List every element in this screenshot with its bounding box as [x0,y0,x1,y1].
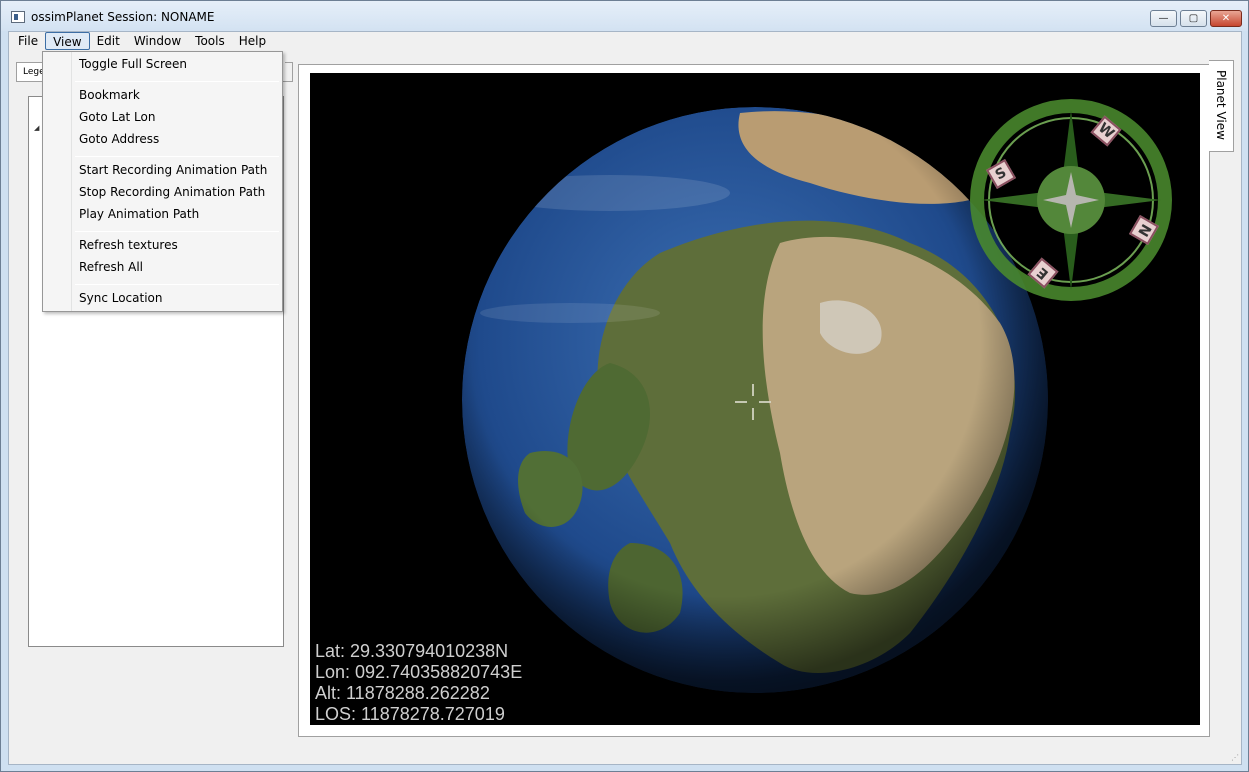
menu-goto-address[interactable]: Goto Address [79,129,159,149]
app-icon [11,11,25,23]
lat-readout: Lat: 29.330794010238N [315,641,509,661]
planet-viewport[interactable]: W S N E Lat: 29.330794010238N Lon: 092.7… [310,73,1200,725]
maximize-button[interactable]: ▢ [1180,10,1207,27]
menu-tools[interactable]: Tools [188,32,232,50]
close-button[interactable]: ✕ [1210,10,1242,27]
menu-toggle-full-screen[interactable]: Toggle Full Screen [79,54,187,74]
menu-sync-location[interactable]: Sync Location [79,288,163,308]
menu-window[interactable]: Window [127,32,188,50]
los-readout: LOS: 11878278.727019 [315,704,505,724]
menu-separator [75,81,279,82]
globe [462,107,1048,693]
tab-planet-view[interactable]: Planet View [1209,60,1234,152]
menu-start-recording[interactable]: Start Recording Animation Path [79,160,267,180]
menu-goto-lat-lon[interactable]: Goto Lat Lon [79,107,155,127]
menu-stop-recording[interactable]: Stop Recording Animation Path [79,182,265,202]
position-readout: Lat: 29.330794010238N Lon: 092.740358820… [315,641,522,725]
alt-readout: Alt: 11878288.262282 [315,683,490,703]
menu-refresh-all[interactable]: Refresh All [79,257,143,277]
lon-readout: Lon: 092.740358820743E [315,662,523,682]
menu-separator [75,156,279,157]
menu-separator [75,284,279,285]
menu-bookmark[interactable]: Bookmark [79,85,140,105]
tab-bar-frame [285,62,293,82]
application-window: ossimPlanet Session: NONAME — ▢ ✕ File V… [0,0,1249,772]
view-menu-dropdown: Toggle Full Screen Bookmark Goto Lat Lon… [42,51,283,312]
globe-render [462,99,1172,693]
menu-separator [75,231,279,232]
resize-grip[interactable]: ⋰ [1231,753,1239,762]
minimize-button[interactable]: — [1150,10,1177,27]
menu-help[interactable]: Help [232,32,273,50]
menu-refresh-textures[interactable]: Refresh textures [79,235,178,255]
window-title: ossimPlanet Session: NONAME [31,10,215,24]
planet-view-frame: W S N E Lat: 29.330794010238N Lon: 092.7… [298,64,1210,737]
compass-rose-icon [970,99,1172,301]
menu-bar: File View Edit Window Tools Help [9,32,1241,51]
title-bar[interactable]: ossimPlanet Session: NONAME — ▢ ✕ [1,1,1248,31]
tab-planet-view-label: Planet View [1214,70,1228,140]
menu-file[interactable]: File [11,32,45,50]
tree-expand-icon[interactable]: ◢ [34,124,39,132]
menu-view[interactable]: View [45,32,90,50]
menu-edit[interactable]: Edit [90,32,127,50]
menu-play-animation[interactable]: Play Animation Path [79,204,199,224]
